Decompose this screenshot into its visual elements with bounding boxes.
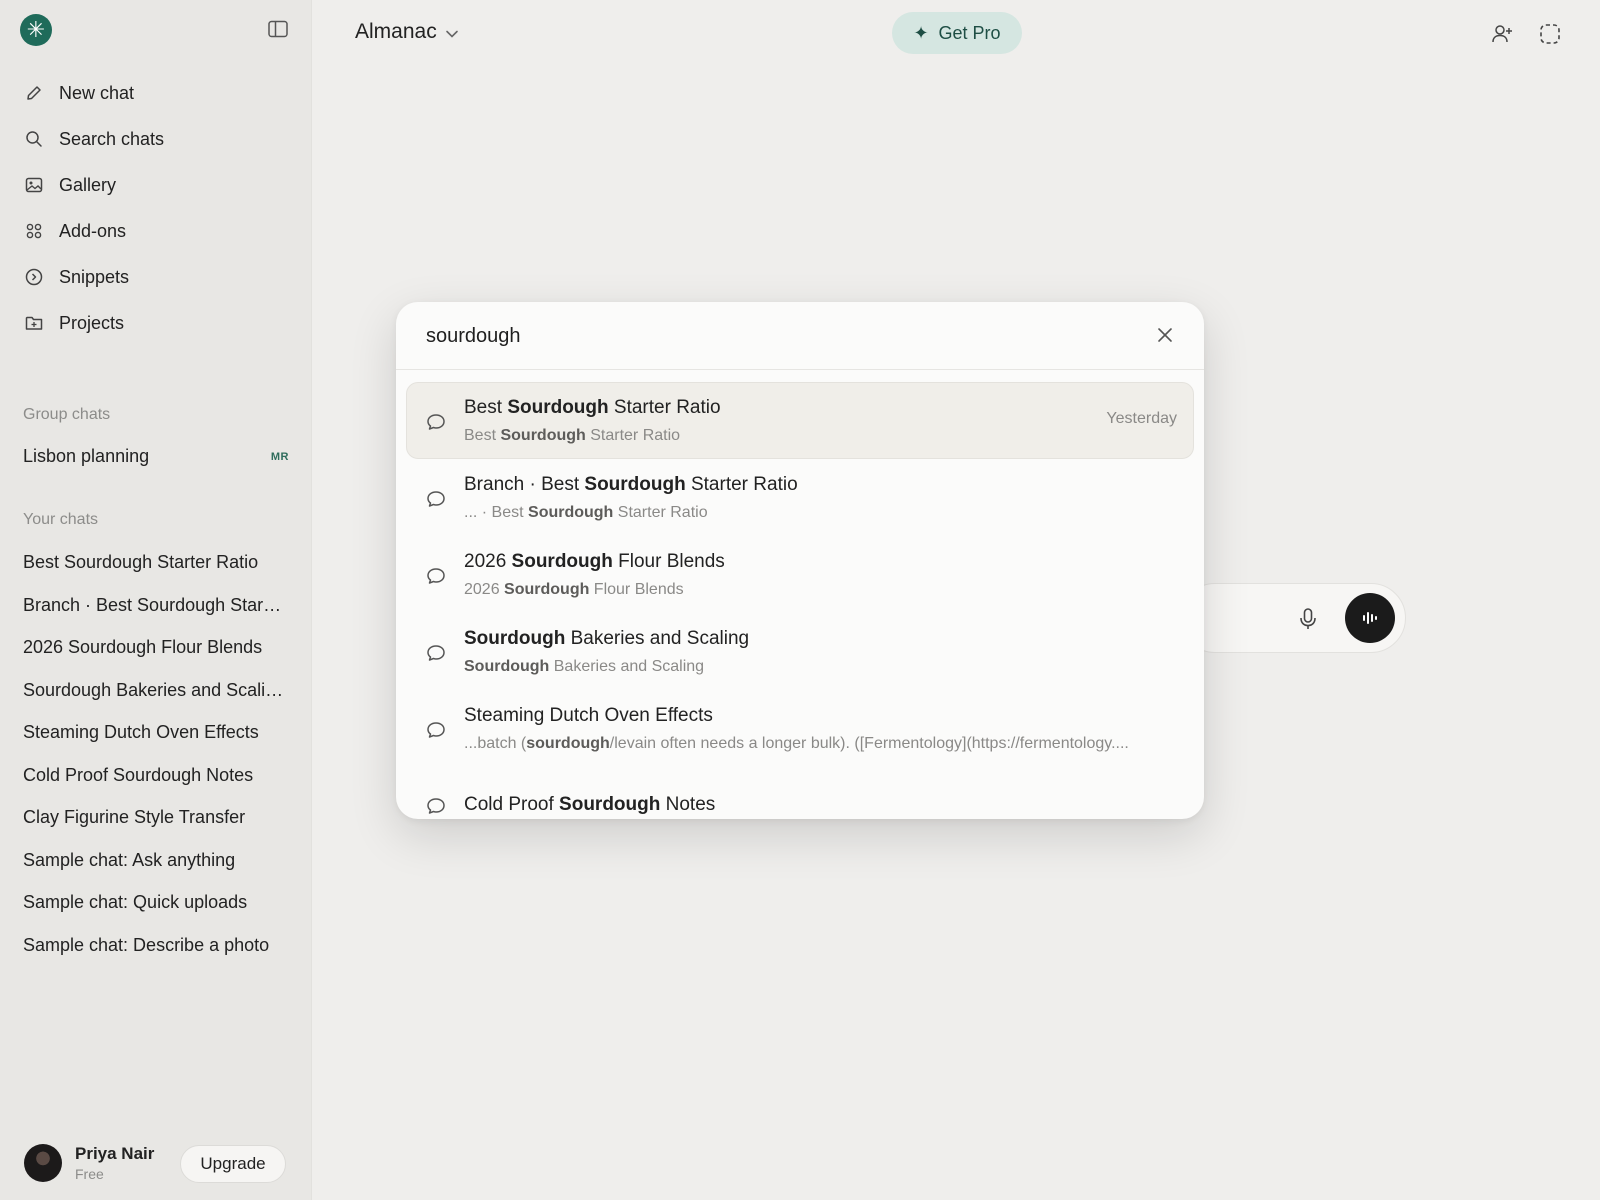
nav-label: Projects	[59, 312, 125, 333]
image-icon	[24, 175, 44, 195]
waveform-icon	[1363, 612, 1377, 624]
search-results: Best Sourdough Starter Ratio Best Sourdo…	[406, 382, 1194, 819]
result-date: Yesterday	[1106, 410, 1177, 427]
nav-projects[interactable]: Projects	[0, 300, 312, 346]
sparkle-icon: ✦	[913, 22, 929, 43]
your-chats-heading: Your chats	[23, 511, 99, 528]
voice-mode-button[interactable]	[1345, 593, 1395, 643]
chat-list-item[interactable]: Steaming Dutch Oven Effects	[23, 711, 285, 754]
get-pro-label: Get Pro	[938, 22, 1001, 43]
user-profile[interactable]: Priya Nair Free	[24, 1144, 154, 1182]
result-title: Cold Proof Sourdough Notes	[464, 794, 716, 815]
result-title: 2026 Sourdough Flour Blends	[464, 551, 725, 572]
chat-bubble-icon	[427, 722, 445, 738]
nav-label: Snippets	[59, 266, 130, 287]
sidebar-nav: New chat Search chats Gallery Add-ons Sn…	[0, 70, 312, 346]
search-result-item[interactable]: Best Sourdough Starter Ratio Best Sourdo…	[406, 382, 1194, 459]
chevron-down-icon	[445, 30, 458, 38]
grid-icon	[24, 221, 44, 241]
group-chats-heading: Group chats	[23, 406, 111, 423]
search-bar	[396, 302, 1204, 370]
pencil-icon	[24, 83, 44, 103]
chat-list-item[interactable]: Branch · Best Sourdough Starter Ratio	[23, 584, 285, 627]
sidebar: ✳ New chat Search chats Gallery Add-ons …	[0, 0, 312, 1200]
chat-bubble-icon	[427, 568, 445, 584]
avatar	[24, 1144, 62, 1182]
user-plan: Free	[75, 1166, 104, 1182]
chat-bubble-icon	[427, 414, 445, 430]
group-chat-item[interactable]: Lisbon planning MR	[23, 446, 289, 467]
participant-badge: MR	[270, 450, 289, 463]
chat-bubble-icon	[427, 491, 445, 507]
chat-list-item[interactable]: Best Sourdough Starter Ratio	[23, 541, 285, 584]
app-logo-icon[interactable]: ✳	[20, 14, 52, 46]
upgrade-button[interactable]: Upgrade	[180, 1145, 286, 1183]
result-snippet: ...batch (sourdough/levain often needs a…	[464, 735, 1129, 752]
chat-list-item[interactable]: Sourdough Bakeries and Scaling	[23, 669, 285, 712]
result-title: Branch · Best Sourdough Starter Ratio	[464, 474, 798, 495]
chat-list-item[interactable]: Sample chat: Ask anything	[23, 839, 285, 882]
nav-label: Gallery	[59, 174, 117, 195]
chat-list-item[interactable]: Clay Figurine Style Transfer	[23, 796, 285, 839]
search-result-item[interactable]: Steaming Dutch Oven Effects ...batch (so…	[406, 690, 1194, 767]
search-result-item[interactable]: Branch · Best Sourdough Starter Ratio ..…	[406, 459, 1194, 536]
search-result-item[interactable]: 2026 Sourdough Flour Blends 2026 Sourdou…	[406, 536, 1194, 613]
search-result-item[interactable]: Sourdough Bakeries and Scaling Sourdough…	[406, 613, 1194, 690]
folder-icon	[24, 313, 44, 333]
microphone-icon[interactable]	[1298, 607, 1318, 631]
model-name: Almanac	[355, 20, 437, 43]
temporary-chat-icon[interactable]	[1539, 23, 1561, 45]
chat-bubble-icon	[427, 798, 445, 814]
sidebar-toggle-icon[interactable]	[268, 20, 288, 38]
chat-list: Best Sourdough Starter Ratio Branch · Be…	[23, 541, 285, 966]
result-snippet: 2026 Sourdough Flour Blends	[464, 581, 684, 598]
result-title: Sourdough Bakeries and Scaling	[464, 628, 750, 649]
result-snippet: Best Sourdough Starter Ratio	[464, 427, 681, 444]
user-name: Priya Nair	[75, 1144, 155, 1163]
chat-bubble-icon	[427, 645, 445, 661]
chat-list-item[interactable]: Sample chat: Describe a photo	[23, 924, 285, 967]
add-person-icon[interactable]	[1491, 23, 1513, 45]
result-title: Steaming Dutch Oven Effects	[464, 705, 713, 726]
nav-label: Add-ons	[59, 220, 127, 241]
nav-snippets[interactable]: Snippets	[0, 254, 312, 300]
search-result-item[interactable]: Cold Proof Sourdough Notes	[406, 777, 1194, 819]
chat-list-item[interactable]: Cold Proof Sourdough Notes	[23, 754, 285, 797]
nav-search-chats[interactable]: Search chats	[0, 116, 312, 162]
search-chats-dialog: Best Sourdough Starter Ratio Best Sourdo…	[396, 302, 1204, 819]
search-icon	[24, 129, 44, 149]
nav-gallery[interactable]: Gallery	[0, 162, 312, 208]
nav-new-chat[interactable]: New chat	[0, 70, 312, 116]
nav-label: New chat	[59, 82, 135, 103]
chat-list-item[interactable]: 2026 Sourdough Flour Blends	[23, 626, 285, 669]
play-circle-icon	[24, 267, 44, 287]
get-pro-button[interactable]: ✦ Get Pro	[892, 12, 1022, 54]
model-picker[interactable]: Almanac	[355, 20, 459, 44]
result-title: Best Sourdough Starter Ratio	[464, 397, 721, 418]
result-snippet: Sourdough Bakeries and Scaling	[464, 658, 705, 675]
group-chat-name: Lisbon planning	[23, 446, 150, 466]
chat-list-item[interactable]: Sample chat: Quick uploads	[23, 881, 285, 924]
nav-label: Search chats	[59, 128, 165, 149]
nav-add-ons[interactable]: Add-ons	[0, 208, 312, 254]
close-icon[interactable]	[1156, 326, 1174, 344]
result-snippet: ... · Best Sourdough Starter Ratio	[464, 504, 708, 521]
search-input[interactable]	[426, 320, 1126, 352]
